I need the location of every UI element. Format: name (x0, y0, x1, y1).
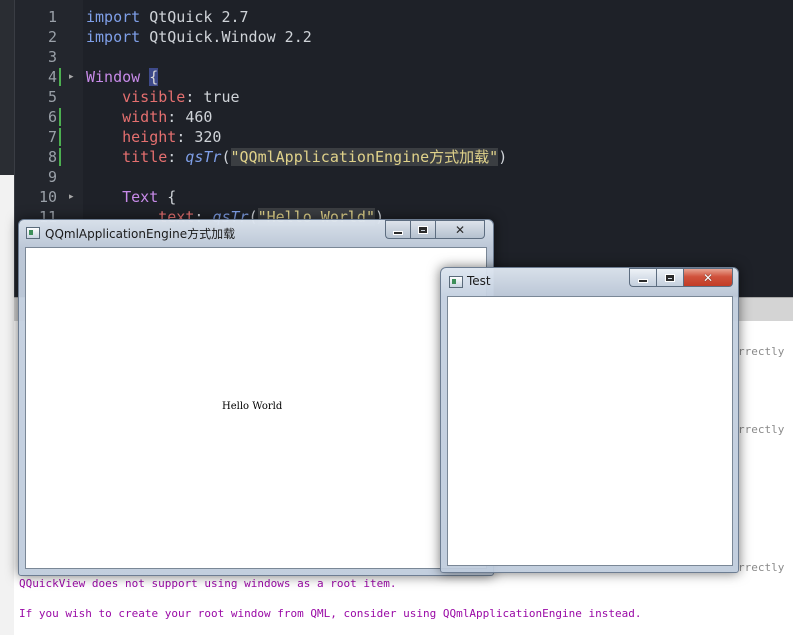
code-token: Window (86, 68, 141, 86)
close-icon: ✕ (454, 222, 466, 237)
window-qqmlapplicationengine[interactable]: QQmlApplicationEngine方式加载 ✕ Hello World (18, 219, 494, 576)
qt-app-icon (26, 227, 40, 239)
code-token: : 320 (176, 128, 222, 146)
line-number-row: 2 (15, 27, 83, 47)
code-line[interactable]: title: qsTr("QQmlApplicationEngine方式加载") (86, 147, 507, 167)
code-token: "QQmlApplicationEngine方式加载" (230, 148, 499, 166)
close-button[interactable]: ✕ (435, 220, 485, 239)
fold-marker-icon[interactable]: ▸ (69, 191, 74, 203)
code-line[interactable]: import QtQuick.Window 2.2 (86, 27, 312, 47)
change-marker (59, 68, 61, 86)
qt-app-icon (449, 276, 463, 288)
change-marker (59, 108, 61, 126)
maximize-button[interactable] (656, 268, 683, 287)
window-title: Test (467, 274, 491, 288)
code-line[interactable]: height: 320 (86, 127, 221, 147)
line-number: 2 (47, 28, 57, 46)
line-number: 8 (47, 148, 57, 166)
code-token: import (86, 28, 141, 46)
line-number-row: 3 (15, 47, 83, 67)
line-number-row: 7 (15, 127, 83, 147)
caption-buttons: ✕ (385, 220, 485, 239)
code-token: visible (122, 88, 186, 106)
line-number: 1 (47, 8, 57, 26)
output-fragment: rrectly (738, 345, 785, 358)
fold-marker-icon[interactable]: ▸ (69, 71, 74, 83)
line-number-row: 5 (15, 87, 83, 107)
line-number: 5 (47, 88, 57, 106)
code-token: Text (122, 188, 159, 206)
left-side-strip (0, 175, 14, 635)
code-token: height (122, 128, 177, 146)
line-number-row: 1 (15, 7, 83, 27)
window-title: QQmlApplicationEngine方式加载 (45, 227, 236, 241)
maximize-icon (666, 274, 674, 281)
minimize-icon (394, 231, 402, 234)
line-number-row: 9 (15, 167, 83, 187)
close-button[interactable]: ✕ (683, 268, 733, 287)
code-line[interactable]: Window { (86, 67, 159, 87)
line-number: 4 (47, 68, 57, 86)
window-client-area[interactable]: Hello World (25, 247, 487, 569)
line-number-row: 4 ▸ (15, 67, 83, 87)
code-token: ) (498, 148, 508, 166)
code-token: import (86, 8, 141, 26)
line-number: 7 (47, 128, 57, 146)
close-icon: ✕ (702, 270, 714, 285)
code-token: : true (185, 88, 240, 106)
window-client-area[interactable] (447, 296, 733, 566)
code-token: title (122, 148, 168, 166)
line-number: 9 (47, 168, 57, 186)
output-fragment: rrectly (738, 423, 785, 436)
hello-world-text: Hello World (222, 401, 283, 412)
code-token: : 460 (167, 108, 213, 126)
code-token: ( (221, 148, 231, 166)
maximize-icon (419, 226, 427, 233)
maximize-button[interactable] (410, 220, 435, 239)
code-token: QtQuick.Window 2.2 (140, 28, 312, 46)
code-line[interactable]: import QtQuick 2.7 (86, 7, 249, 27)
code-token: : (167, 148, 186, 166)
code-token: qsTr (185, 148, 222, 166)
minimize-button[interactable] (629, 268, 656, 287)
output-message: If you wish to create your root window f… (19, 607, 642, 620)
code-token: width (122, 108, 168, 126)
code-line[interactable]: visible: true (86, 87, 240, 107)
code-token: { (149, 68, 159, 86)
code-line[interactable]: Text { (86, 187, 176, 207)
code-token: QtQuick 2.7 (140, 8, 249, 26)
line-number-row: 8 (15, 147, 83, 167)
caption-buttons: ✕ (629, 268, 733, 287)
minimize-icon (639, 279, 647, 282)
line-number: 6 (47, 108, 57, 126)
line-number: 3 (47, 48, 57, 66)
code-token: { (158, 188, 177, 206)
change-marker (59, 128, 61, 146)
output-fragment: rrectly (738, 561, 785, 574)
line-number-row: 6 (15, 107, 83, 127)
line-number-row: 10 ▸ (15, 187, 83, 207)
window-test[interactable]: Test ✕ (440, 267, 739, 573)
change-marker (59, 148, 61, 166)
code-line[interactable]: width: 460 (86, 107, 212, 127)
line-number: 10 (38, 188, 57, 206)
minimize-button[interactable] (385, 220, 410, 239)
output-message: QQuickView does not support using window… (19, 577, 397, 590)
